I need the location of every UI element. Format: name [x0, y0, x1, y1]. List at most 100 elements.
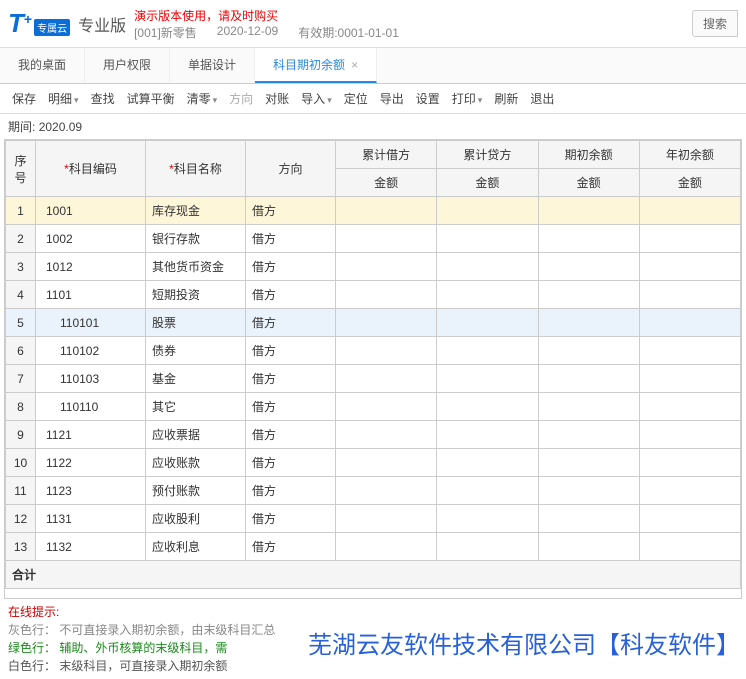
cell-dir[interactable]: 借方 — [246, 337, 336, 365]
cell-name[interactable]: 股票 — [146, 309, 246, 337]
table-row[interactable]: 121131应收股利借方 — [6, 505, 741, 533]
table-row[interactable]: 21002银行存款借方 — [6, 225, 741, 253]
table-row[interactable]: 8110110其它借方 — [6, 393, 741, 421]
cell-year-open[interactable] — [639, 281, 740, 309]
cell-code[interactable]: 1121 — [36, 421, 146, 449]
cell-dir[interactable]: 借方 — [246, 477, 336, 505]
table-row[interactable]: 41101短期投资借方 — [6, 281, 741, 309]
cell-cum-debit[interactable] — [336, 281, 437, 309]
cell-dir[interactable]: 借方 — [246, 197, 336, 225]
cell-year-open[interactable] — [639, 449, 740, 477]
cell-year-open[interactable] — [639, 477, 740, 505]
locate-button[interactable]: 定位 — [340, 90, 372, 107]
cell-name[interactable]: 银行存款 — [146, 225, 246, 253]
cell-cum-credit[interactable] — [437, 449, 538, 477]
cell-cum-credit[interactable] — [437, 365, 538, 393]
col-code[interactable]: *科目编码 — [36, 141, 146, 197]
cell-opening[interactable] — [538, 281, 639, 309]
cell-name[interactable]: 短期投资 — [146, 281, 246, 309]
print-button[interactable]: 打印 — [448, 90, 487, 107]
cell-year-open[interactable] — [639, 365, 740, 393]
cell-cum-credit[interactable] — [437, 477, 538, 505]
cell-cum-credit[interactable] — [437, 309, 538, 337]
cell-opening[interactable] — [538, 197, 639, 225]
cell-year-open[interactable] — [639, 393, 740, 421]
cell-opening[interactable] — [538, 533, 639, 561]
clear-button[interactable]: 清零 — [183, 90, 222, 107]
tab-form-design[interactable]: 单据设计 — [170, 48, 255, 83]
reconcile-button[interactable]: 对账 — [261, 90, 293, 107]
tab-opening-balance[interactable]: 科目期初余额× — [255, 48, 377, 83]
cell-name[interactable]: 应收股利 — [146, 505, 246, 533]
cell-cum-credit[interactable] — [437, 505, 538, 533]
cell-code[interactable]: 1002 — [36, 225, 146, 253]
cell-cum-debit[interactable] — [336, 421, 437, 449]
cell-cum-credit[interactable] — [437, 393, 538, 421]
col-opening[interactable]: 期初余额 — [538, 141, 639, 169]
cell-opening[interactable] — [538, 365, 639, 393]
cell-dir[interactable]: 借方 — [246, 253, 336, 281]
cell-code[interactable]: 110110 — [36, 393, 146, 421]
cell-opening[interactable] — [538, 309, 639, 337]
cell-opening[interactable] — [538, 337, 639, 365]
cell-dir[interactable]: 借方 — [246, 505, 336, 533]
cell-year-open[interactable] — [639, 309, 740, 337]
exit-button[interactable]: 退出 — [526, 90, 558, 107]
cell-dir[interactable]: 借方 — [246, 309, 336, 337]
cell-code[interactable]: 110102 — [36, 337, 146, 365]
tab-desktop[interactable]: 我的桌面 — [0, 48, 85, 83]
table-row[interactable]: 101122应收账款借方 — [6, 449, 741, 477]
cell-year-open[interactable] — [639, 197, 740, 225]
import-button[interactable]: 导入 — [297, 90, 336, 107]
cell-opening[interactable] — [538, 421, 639, 449]
table-row[interactable]: 111123预付账款借方 — [6, 477, 741, 505]
detail-button[interactable]: 明细 — [44, 90, 83, 107]
cell-dir[interactable]: 借方 — [246, 281, 336, 309]
cell-code[interactable]: 1123 — [36, 477, 146, 505]
cell-code[interactable]: 1122 — [36, 449, 146, 477]
cell-cum-debit[interactable] — [336, 449, 437, 477]
cell-cum-debit[interactable] — [336, 477, 437, 505]
col-dir[interactable]: 方向 — [246, 141, 336, 197]
col-cum-credit[interactable]: 累计贷方 — [437, 141, 538, 169]
period-value[interactable]: 2020.09 — [39, 120, 82, 134]
cell-name[interactable]: 应收账款 — [146, 449, 246, 477]
table-row[interactable]: 11001库存现金借方 — [6, 197, 741, 225]
cell-dir[interactable]: 借方 — [246, 533, 336, 561]
cell-code[interactable]: 110101 — [36, 309, 146, 337]
cell-cum-credit[interactable] — [437, 197, 538, 225]
col-name[interactable]: *科目名称 — [146, 141, 246, 197]
table-row[interactable]: 6110102债券借方 — [6, 337, 741, 365]
cell-cum-credit[interactable] — [437, 253, 538, 281]
refresh-button[interactable]: 刷新 — [490, 90, 522, 107]
demo-notice[interactable]: 演示版本使用，请及时购买 — [134, 7, 399, 24]
cell-name[interactable]: 应收利息 — [146, 533, 246, 561]
export-button[interactable]: 导出 — [376, 90, 408, 107]
cell-name[interactable]: 基金 — [146, 365, 246, 393]
cell-cum-debit[interactable] — [336, 309, 437, 337]
cell-cum-credit[interactable] — [437, 225, 538, 253]
cell-cum-debit[interactable] — [336, 253, 437, 281]
cell-dir[interactable]: 借方 — [246, 449, 336, 477]
cell-opening[interactable] — [538, 477, 639, 505]
cell-year-open[interactable] — [639, 253, 740, 281]
cell-cum-debit[interactable] — [336, 505, 437, 533]
cell-opening[interactable] — [538, 449, 639, 477]
cell-year-open[interactable] — [639, 421, 740, 449]
balance-button[interactable]: 试算平衡 — [123, 90, 179, 107]
cell-dir[interactable]: 借方 — [246, 225, 336, 253]
table-row[interactable]: 5110101股票借方 — [6, 309, 741, 337]
cell-year-open[interactable] — [639, 225, 740, 253]
cell-code[interactable]: 110103 — [36, 365, 146, 393]
col-amount[interactable]: 金额 — [437, 169, 538, 197]
col-year-open[interactable]: 年初余额 — [639, 141, 740, 169]
cell-dir[interactable]: 借方 — [246, 393, 336, 421]
save-button[interactable]: 保存 — [8, 90, 40, 107]
table-row[interactable]: 91121应收票据借方 — [6, 421, 741, 449]
col-cum-debit[interactable]: 累计借方 — [336, 141, 437, 169]
cell-cum-debit[interactable] — [336, 365, 437, 393]
cell-code[interactable]: 1101 — [36, 281, 146, 309]
tab-permissions[interactable]: 用户权限 — [85, 48, 170, 83]
cell-cum-credit[interactable] — [437, 281, 538, 309]
cell-name[interactable]: 预付账款 — [146, 477, 246, 505]
